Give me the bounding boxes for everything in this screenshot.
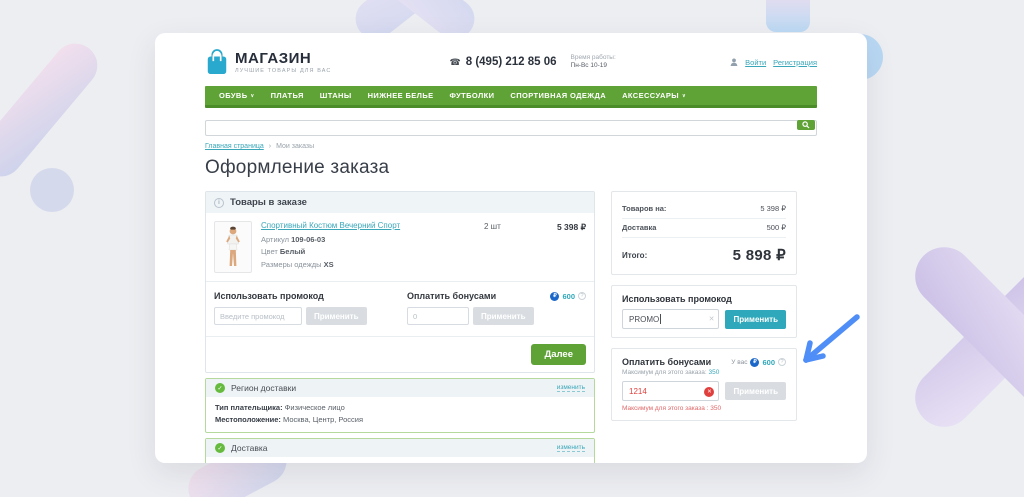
delivery-method-row: Доставка курьером 500 ₽ — [206, 457, 594, 463]
search-button[interactable] — [797, 120, 815, 130]
product-color: Цвет Белый — [261, 247, 306, 256]
payer-type-row: Тип плательщика: Физическое лицо — [215, 403, 345, 412]
promo-code-input[interactable]: PROMO ✕ — [622, 309, 720, 329]
inline-promo-input[interactable] — [214, 307, 302, 325]
decor-square-top-right — [766, 0, 810, 32]
phone-block: ☎ 8 (495) 212 85 06 — [450, 56, 557, 68]
delivery-section: ✓ Доставка изменить Доставка курьером 50… — [205, 438, 595, 463]
delivery-price: 500 ₽ — [564, 462, 585, 463]
search-bar — [205, 117, 817, 136]
bonus-pay-box: Оплатить бонусами У вас ₽ 600 ? Максимум… — [611, 348, 797, 421]
breadcrumb-home[interactable]: Главная страница — [205, 143, 264, 150]
inline-promo-apply-button[interactable]: Применить — [306, 307, 367, 325]
summary-total-row: Итого: 5 898 ₽ — [622, 247, 786, 264]
inline-promo-block: Использовать промокод Применить — [214, 291, 393, 325]
store-logo[interactable]: МАГАЗИН ЛУЧШИЕ ТОВАРЫ ДЛЯ ВАС — [205, 48, 332, 76]
bonus-box-title: Оплатить бонусами — [622, 357, 712, 367]
bonus-available: 600 — [562, 291, 575, 301]
arrow-annotation — [803, 314, 860, 363]
order-items-header: i Товары в заказе — [206, 192, 594, 213]
location-row: Местоположение: Москва, Центр, Россия — [215, 415, 364, 424]
user-icon — [730, 58, 738, 66]
bonus-error-message: Максимум для этого заказа : 350 — [622, 405, 722, 412]
inline-bonus-block: Оплатить бонусами ₽ 600 ? Применить — [407, 291, 586, 325]
nav-item-dresses[interactable]: ПЛАТЬЯ — [271, 91, 304, 100]
shop-page-card: МАГАЗИН ЛУЧШИЕ ТОВАРЫ ДЛЯ ВАС ☎ 8 (495) … — [155, 33, 867, 463]
login-link[interactable]: Войти — [745, 58, 766, 67]
search-icon — [802, 121, 810, 129]
check-icon: ✓ — [215, 383, 225, 393]
delivery-title: Доставка — [231, 443, 268, 453]
promo-box-title: Использовать промокод — [622, 294, 732, 304]
page-title: Оформление заказа — [205, 157, 390, 178]
nav-item-shoes[interactable]: ОБУВЬ ∨ — [219, 91, 255, 100]
summary-items-row: Товаров на: 5 398 ₽ — [622, 200, 786, 219]
order-summary-box: Товаров на: 5 398 ₽ Доставка 500 ₽ Итого… — [611, 191, 797, 275]
bonus-available: 600 — [762, 357, 775, 367]
bonus-apply-button[interactable]: Применить — [725, 382, 786, 400]
promo-code-box: Использовать промокод PROMO ✕ Применить — [611, 285, 797, 338]
decor-diagonal-bar — [0, 43, 98, 177]
product-quantity: 2 шт — [484, 222, 501, 231]
decor-circle-left — [30, 168, 74, 212]
product-photo — [226, 226, 240, 266]
clear-icon[interactable]: ✕ — [709, 315, 715, 323]
promo-apply-button[interactable]: Применить — [725, 309, 786, 329]
chevron-down-icon: ∨ — [681, 93, 687, 99]
help-icon[interactable]: ? — [578, 292, 586, 300]
bonus-icon: ₽ — [750, 357, 760, 367]
inline-bonus-input[interactable] — [407, 307, 469, 325]
product-sku: Артикул 109-06-03 — [261, 234, 326, 244]
hours-value: Пн-Вс 10-19 — [570, 62, 607, 69]
breadcrumb-current: Мои заказы — [276, 143, 315, 150]
you-have-label: У вас — [731, 358, 748, 366]
text-cursor — [660, 314, 662, 324]
search-input[interactable] — [205, 119, 817, 136]
order-items-title: Товары в заказе — [230, 197, 307, 208]
check-icon: ✓ — [215, 443, 225, 453]
main-nav: ОБУВЬ ∨ ПЛАТЬЯ ШТАНЫ НИЖНЕЕ БЕЛЬЕ ФУТБОЛК… — [205, 86, 817, 108]
nav-item-accessories[interactable]: АКСЕССУАРЫ ∨ — [622, 91, 686, 100]
auth-links: Войти Регистрация — [730, 58, 817, 67]
phone-icon: ☎ — [449, 56, 461, 67]
summary-delivery-row: Доставка 500 ₽ — [622, 219, 786, 238]
bonus-amount-input[interactable]: 1214 ✕ — [622, 381, 720, 401]
inline-bonus-title: Оплатить бонусами — [407, 291, 497, 301]
delivery-method: Доставка курьером — [234, 462, 311, 463]
product-thumbnail[interactable] — [214, 221, 252, 273]
order-items-icon: i — [214, 197, 224, 208]
product-price: 5 398 ₽ — [556, 222, 586, 232]
product-row: Спортивный Костюм Вечерний Спорт Артикул… — [206, 213, 594, 281]
product-size: Размеры одежды XS — [261, 259, 334, 269]
breadcrumb-separator: › — [268, 143, 272, 150]
phone-number: 8 (495) 212 85 06 — [465, 56, 557, 68]
nav-item-underwear[interactable]: НИЖНЕЕ БЕЛЬЕ — [368, 91, 434, 100]
register-link[interactable]: Регистрация — [773, 58, 817, 67]
order-items-box: i Товары в заказе Спортивный Костюм Вече… — [205, 191, 595, 373]
nav-item-pants[interactable]: ШТАНЫ — [320, 91, 352, 100]
delivery-region-edit-link[interactable]: изменить — [556, 384, 585, 392]
chevron-down-icon: ∨ — [250, 93, 255, 99]
error-clear-icon[interactable]: ✕ — [704, 387, 715, 397]
nav-item-sportswear[interactable]: СПОРТИВНАЯ ОДЕЖДА — [510, 91, 606, 100]
delivery-region-section: ✓ Регион доставки изменить Тип плательщи… — [205, 378, 595, 433]
delivery-edit-link[interactable]: изменить — [556, 444, 585, 452]
site-header: МАГАЗИН ЛУЧШИЕ ТОВАРЫ ДЛЯ ВАС ☎ 8 (495) … — [205, 43, 817, 81]
help-icon[interactable]: ? — [778, 358, 786, 366]
product-name-link[interactable]: Спортивный Костюм Вечерний Спорт — [261, 221, 484, 231]
bonus-icon: ₽ — [550, 291, 560, 301]
nav-item-tshirts[interactable]: ФУТБОЛКИ — [450, 91, 495, 100]
hours-label: Время работы: — [570, 53, 616, 61]
working-hours: Время работы: Пн-Вс 10-19 — [571, 54, 616, 71]
inline-bonus-apply-button[interactable]: Применить — [473, 307, 534, 325]
bonus-max-note: Максимум для этого заказа: 350 — [622, 369, 720, 376]
next-button[interactable]: Далее — [531, 344, 586, 365]
total-amount: 5 898 ₽ — [732, 247, 786, 264]
breadcrumb: Главная страница › Мои заказы — [205, 143, 817, 150]
store-tagline: ЛУЧШИЕ ТОВАРЫ ДЛЯ ВАС — [235, 67, 332, 74]
inline-promo-title: Использовать промокод — [214, 291, 324, 301]
shopping-bag-icon — [207, 49, 227, 74]
delivery-region-title: Регион доставки — [231, 383, 297, 393]
store-name: МАГАЗИН — [235, 49, 312, 67]
